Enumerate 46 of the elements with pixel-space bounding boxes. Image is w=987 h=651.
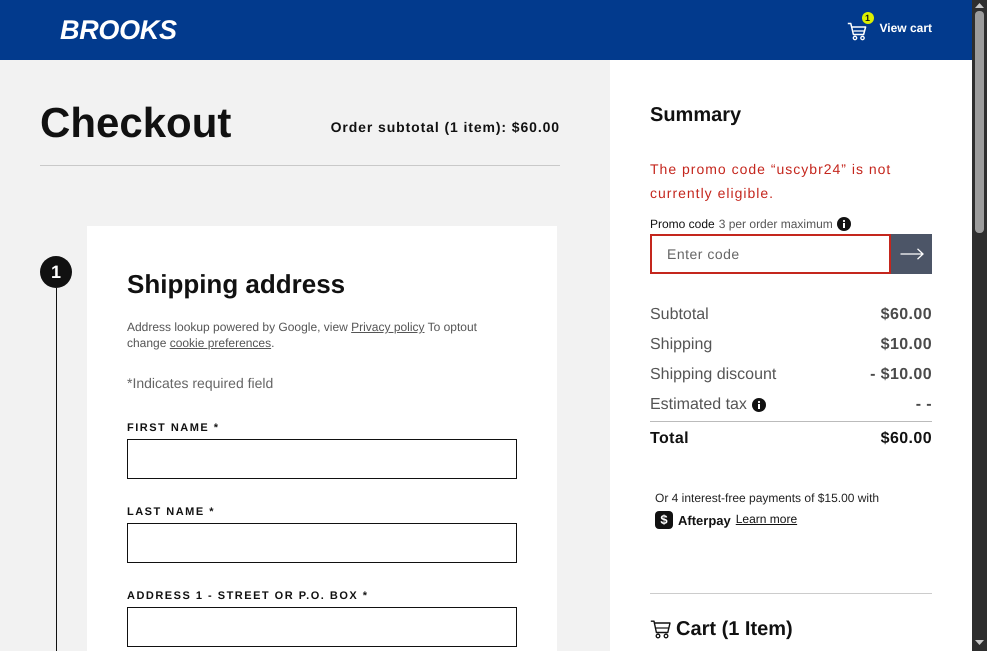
step-number: 1 [40, 256, 72, 288]
cart-icon [650, 620, 671, 638]
info-icon[interactable] [752, 398, 766, 412]
summary-value: $60.00 [880, 306, 932, 324]
field-label: FIRST NAME * [127, 421, 221, 435]
lookup-note: Address lookup powered by Google, view Privacy policy To optout change cookie preferences. [127, 319, 478, 351]
cookie-preferences-link[interactable]: cookie preferences [170, 336, 272, 350]
summary-label: Shipping discount [650, 366, 776, 384]
field-label: LAST NAME * [127, 505, 216, 519]
summary-value: - - [916, 396, 932, 414]
summary-value: $10.00 [880, 336, 932, 354]
summary-label: Shipping [650, 336, 712, 354]
input-field[interactable] [127, 523, 517, 563]
apply-promo-button[interactable] [891, 234, 932, 274]
afterpay-logo: $ [655, 511, 673, 529]
scroll-up-icon[interactable] [975, 3, 984, 8]
summary-label: Estimated tax [650, 396, 747, 414]
total-label: Total [650, 430, 690, 448]
scroll-down-icon[interactable] [975, 640, 984, 645]
cart-icon [846, 22, 867, 40]
privacy-policy-link[interactable]: Privacy policy [351, 320, 424, 334]
summary-value: - $10.00 [870, 366, 932, 384]
section-title: Shipping address [127, 269, 346, 300]
total-value: $60.00 [880, 430, 932, 448]
input-field[interactable] [127, 607, 517, 647]
promo-code-field[interactable]: Enter code [650, 234, 891, 274]
learn-more-link[interactable]: Learn more [736, 512, 798, 526]
afterpay-name: Afterpay [678, 512, 731, 528]
field-label: ADDRESS 1 - STREET OR P.O. BOX * [127, 589, 370, 603]
cart-heading: Cart (1 Item) [676, 617, 793, 641]
promo-hint: 3 per order maximum [718, 216, 833, 232]
page-title: Checkout [40, 102, 232, 144]
summary-title: Summary [650, 103, 742, 127]
order-subtotal: Order subtotal (1 item): $60.00 [330, 119, 560, 136]
summary-label: Subtotal [650, 306, 709, 324]
required-note: *Indicates required field [127, 374, 274, 393]
input-field[interactable] [127, 439, 517, 479]
arrow-right-icon [900, 248, 924, 260]
scrollbar[interactable] [972, 0, 987, 651]
installments-note: Or 4 interest-free payments of $15.00 with [655, 490, 880, 506]
promo-label: Promo code [650, 216, 715, 232]
promo-error-message: The promo code “uscybr24” is not currently eligible. [650, 160, 892, 203]
info-icon[interactable] [836, 217, 851, 231]
cart-count: 1 [862, 12, 874, 24]
scrollbar-thumb[interactable] [975, 11, 984, 233]
logo[interactable]: BROOKS [60, 15, 177, 45]
